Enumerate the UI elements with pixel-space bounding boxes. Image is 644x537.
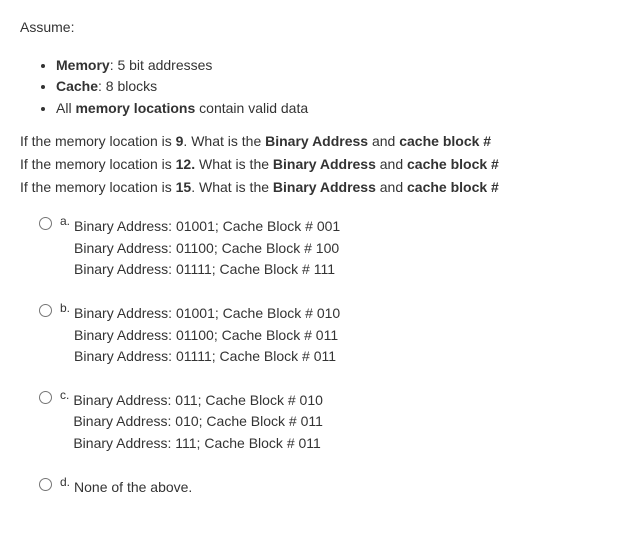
option-letter: b. [60, 300, 70, 317]
option-lines: None of the above. [74, 476, 192, 500]
radio-d[interactable] [39, 478, 52, 491]
bullet-memory: Memory: 5 bit addresses [56, 56, 624, 76]
option-a: a. Binary Address: 01001; Cache Block # … [20, 215, 624, 282]
radio-c[interactable] [39, 391, 52, 404]
option-line: Binary Address: 111; Cache Block # 011 [73, 434, 323, 454]
question-line: If the memory location is 9. What is the… [20, 132, 624, 152]
bullet-rest: : 8 blocks [98, 78, 157, 94]
option-line: Binary Address: 01100; Cache Block # 100 [74, 239, 340, 259]
bullet-cache: Cache: 8 blocks [56, 77, 624, 97]
option-c: c. Binary Address: 011; Cache Block # 01… [20, 389, 624, 456]
option-line: Binary Address: 01100; Cache Block # 011 [74, 326, 340, 346]
option-d: d. None of the above. [20, 476, 624, 500]
question-line: If the memory location is 15. What is th… [20, 178, 624, 198]
option-line: Binary Address: 01111; Cache Block # 011 [74, 347, 340, 367]
question-block: If the memory location is 9. What is the… [20, 132, 624, 197]
option-lines: Binary Address: 01001; Cache Block # 010… [74, 302, 340, 369]
option-line: None of the above. [74, 478, 192, 498]
assumption-list: Memory: 5 bit addresses Cache: 8 blocks … [20, 56, 624, 119]
option-line: Binary Address: 01001; Cache Block # 001 [74, 217, 340, 237]
bullet-prefix: All [56, 100, 75, 116]
option-letter: a. [60, 213, 70, 230]
option-letter: c. [60, 387, 69, 404]
answer-options: a. Binary Address: 01001; Cache Block # … [20, 215, 624, 499]
option-b: b. Binary Address: 01001; Cache Block # … [20, 302, 624, 369]
option-line: Binary Address: 011; Cache Block # 010 [73, 391, 323, 411]
bullet-label: Memory [56, 57, 110, 73]
option-lines: Binary Address: 01001; Cache Block # 001… [74, 215, 340, 282]
bullet-rest: : 5 bit addresses [110, 57, 213, 73]
option-letter: d. [60, 474, 70, 491]
intro-text: Assume: [20, 18, 624, 38]
bullet-rest: contain valid data [195, 100, 308, 116]
bullet-label: Cache [56, 78, 98, 94]
bullet-label: memory locations [75, 100, 195, 116]
option-lines: Binary Address: 011; Cache Block # 010 B… [73, 389, 323, 456]
option-line: Binary Address: 01001; Cache Block # 010 [74, 304, 340, 324]
bullet-memloc: All memory locations contain valid data [56, 99, 624, 119]
radio-a[interactable] [39, 217, 52, 230]
question-line: If the memory location is 12. What is th… [20, 155, 624, 175]
option-line: Binary Address: 01111; Cache Block # 111 [74, 260, 340, 280]
radio-b[interactable] [39, 304, 52, 317]
option-line: Binary Address: 010; Cache Block # 011 [73, 412, 323, 432]
